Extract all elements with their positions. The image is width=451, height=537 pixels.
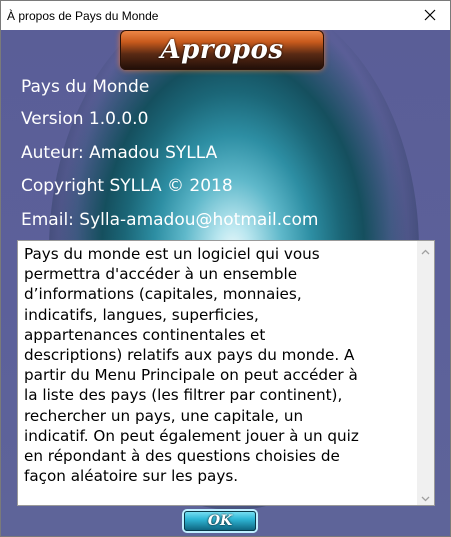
banner-title: Apropos [160, 35, 284, 65]
ok-button-label: OK [207, 513, 233, 529]
author-label: Auteur: Amadou SYLLA [21, 143, 218, 163]
about-window: À propos de Pays du Monde Apropos Pays d… [0, 0, 451, 537]
scroll-up-button[interactable] [417, 241, 434, 258]
copyright-label: Copyright SYLLA © 2018 [21, 176, 233, 196]
chevron-down-icon [421, 487, 430, 506]
title-bar: À propos de Pays du Monde [1, 1, 450, 30]
description-scrollbar[interactable] [417, 241, 434, 505]
chevron-up-icon [421, 240, 430, 259]
scroll-down-button[interactable] [417, 488, 434, 505]
window-title: À propos de Pays du Monde [7, 8, 159, 23]
email-label: Email: Sylla-amadou@hotmail.com [21, 210, 319, 230]
description-textbox[interactable]: Pays du monde est un logiciel qui vous p… [17, 240, 435, 506]
app-name-label: Pays du Monde [21, 77, 150, 97]
apropos-banner: Apropos [120, 30, 324, 70]
close-icon [424, 6, 436, 25]
description-text: Pays du monde est un logiciel qui vous p… [24, 245, 359, 486]
version-label: Version 1.0.0.0 [21, 109, 149, 129]
close-button[interactable] [410, 1, 450, 30]
dialog-body: Apropos Pays du Monde Version 1.0.0.0 Au… [1, 30, 450, 536]
ok-button[interactable]: OK [184, 511, 256, 531]
